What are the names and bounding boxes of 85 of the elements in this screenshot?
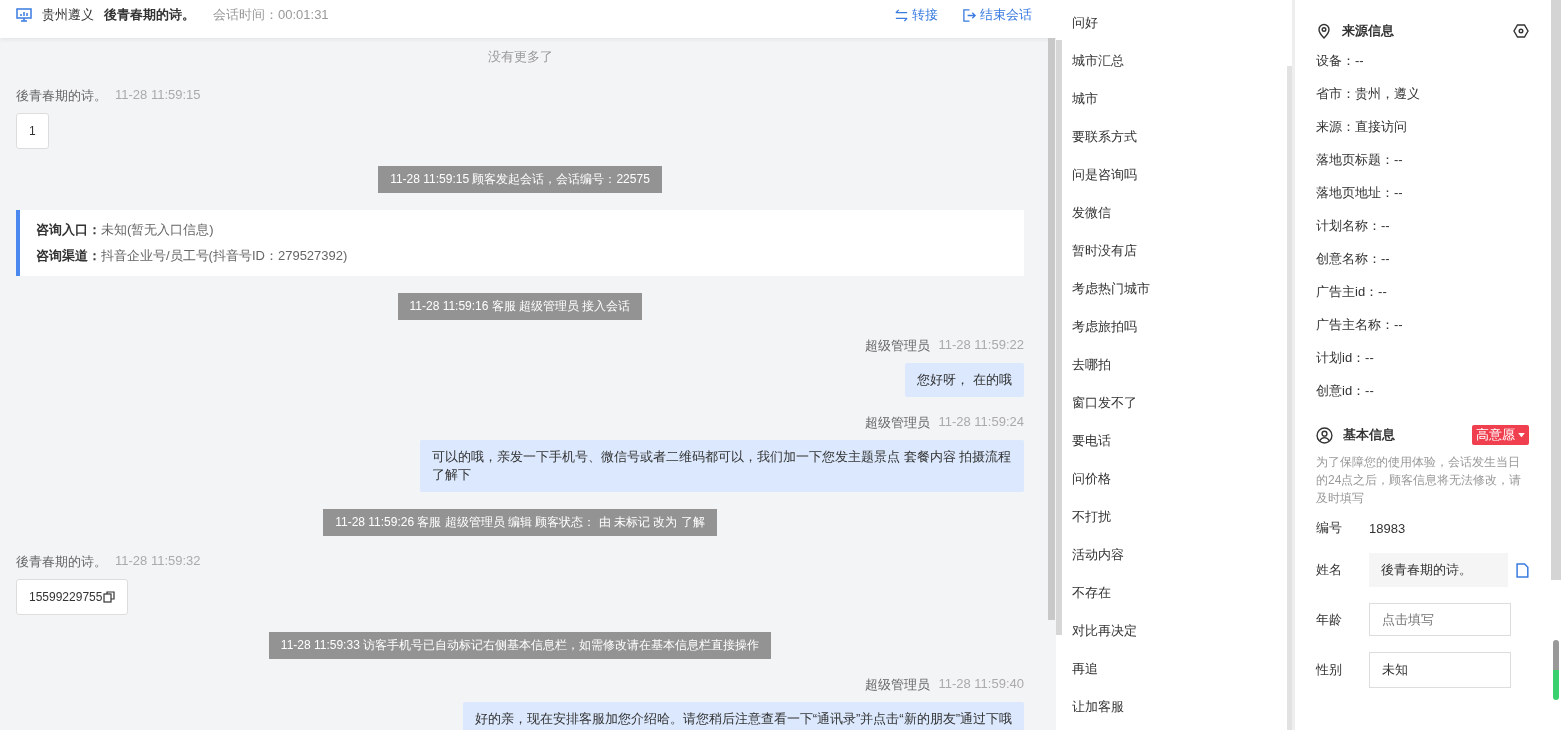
system-message: 11-28 11:59:26 客服 超级管理员 编辑 顾客状态： 由 未标记 改为 了解 <box>323 509 717 536</box>
monitor-icon <box>16 7 32 23</box>
source-info-row-text: 创意id：-- <box>1316 382 1375 400</box>
info-label: 咨询入口： <box>36 222 101 237</box>
quick-reply-item[interactable]: 让加客服 <box>1063 696 1285 730</box>
section-title: 来源信息 <box>1342 22 1394 40</box>
source-info-row-text: 广告主id：-- <box>1316 283 1388 301</box>
field-label: 年龄 <box>1316 610 1343 629</box>
agent-bubble: 可以的哦，亲发一下手机号、微信号或者二维码都可以，我们加一下您发主题景点 套餐内容 拍摄流程了解下 <box>420 440 1024 492</box>
system-message: 11-28 11:59:33 访客手机号已自动标记右侧基本信息栏，如需修改请在基本信息栏直接操作 <box>268 632 772 659</box>
scrollbar-thumb[interactable] <box>1056 40 1062 635</box>
sender-name: 後青春期的诗。 <box>16 553 107 571</box>
system-message: 11-28 11:59:16 客服 超级管理员 接入会话 <box>397 293 643 320</box>
document-icon[interactable] <box>1516 562 1529 578</box>
location-text: 贵州遵义 <box>42 6 94 24</box>
message-time: 11-28 11:59:15 <box>115 87 201 104</box>
quick-reply-item[interactable]: 活动内容 <box>1063 544 1285 582</box>
location-pin-icon <box>1316 23 1332 39</box>
scroll-indicator <box>1553 640 1559 700</box>
quick-reply-item[interactable]: 问好 <box>1063 12 1285 50</box>
info-value: 未知(暂无入口信息) <box>101 222 214 237</box>
quick-reply-item[interactable]: 城市汇总 <box>1063 50 1285 88</box>
quick-reply-item[interactable]: 发微信 <box>1063 202 1285 240</box>
source-info-row-text: 计划名称：-- <box>1316 217 1391 235</box>
agent-bubble: 您好呀， 在的哦 <box>905 363 1024 397</box>
source-info-row-text: 计划id：-- <box>1316 349 1375 367</box>
no-more-notice: 没有更多了 <box>487 49 553 64</box>
exit-icon <box>962 7 977 23</box>
scrollbar-thumb[interactable] <box>1048 38 1055 620</box>
quick-reply-item[interactable]: 再追 <box>1063 658 1285 696</box>
source-info-row-text: 省市：贵州，遵义 <box>1316 85 1421 103</box>
copy-icon[interactable] <box>103 591 116 603</box>
swap-arrows-icon <box>894 7 909 23</box>
system-message: 11-28 11:59:15 顾客发起会话，会话编号：22575 <box>378 166 662 193</box>
source-info-row-text: 来源：直接访问 <box>1316 118 1408 136</box>
end-session-button[interactable]: 结束会话 <box>962 6 1032 24</box>
quick-reply-item[interactable]: 窗口发不了 <box>1063 392 1285 430</box>
field-label: 编号 <box>1316 519 1343 537</box>
message-time: 11-28 11:59:32 <box>115 553 201 570</box>
session-duration: 会话时间：00:01:31 <box>213 6 329 24</box>
message-time: 11-28 11:59:40 <box>938 676 1024 693</box>
quick-reply-item[interactable]: 考虑旅拍吗 <box>1063 316 1285 354</box>
transfer-button[interactable]: 转接 <box>894 6 938 24</box>
quick-reply-item[interactable]: 问价格 <box>1063 468 1285 506</box>
quick-reply-item[interactable]: 对比再决定 <box>1063 620 1285 658</box>
visitor-name: 後青春期的诗。 <box>104 6 195 24</box>
quick-reply-item[interactable]: 城市 <box>1063 88 1285 126</box>
message-time: 11-28 11:59:22 <box>938 337 1024 354</box>
user-circle-icon <box>1316 426 1333 444</box>
notice-text: 为了保障您的使用体验，会话发生当日的24点之后，顾客信息将无法修改，请及时填写 <box>1316 454 1523 507</box>
quick-reply-item[interactable]: 要联系方式 <box>1063 126 1285 164</box>
message-time: 11-28 11:59:24 <box>938 414 1024 431</box>
sender-name: 後青春期的诗。 <box>16 87 107 105</box>
source-info-row-text: 落地页标题：-- <box>1316 151 1404 169</box>
source-info-row-text: 广告主名称：-- <box>1316 316 1404 334</box>
source-info-row-text: 落地页地址：-- <box>1316 184 1404 202</box>
scrollbar-thumb[interactable] <box>1551 0 1561 580</box>
quick-reply-item[interactable]: 暂时没有店 <box>1063 240 1285 278</box>
field-label: 性别 <box>1316 661 1343 679</box>
quick-reply-item[interactable]: 不打扰 <box>1063 506 1285 544</box>
caret-icon <box>1518 432 1525 438</box>
source-info-row-text: 设备：-- <box>1316 52 1365 70</box>
age-input[interactable]: 点击填写 <box>1369 603 1511 636</box>
gender-select[interactable]: 未知 <box>1369 652 1511 688</box>
message-text: 15599229755 <box>29 589 103 606</box>
quick-reply-item[interactable]: 去哪拍 <box>1063 354 1285 392</box>
quick-reply-item[interactable]: 要电话 <box>1063 430 1285 468</box>
field-label: 姓名 <box>1316 561 1343 579</box>
field-value: 18983 <box>1369 520 1406 536</box>
quick-reply-item[interactable]: 考虑热门城市 <box>1063 278 1285 316</box>
info-value: 抖音企业号/员工号(抖音号ID：279527392) <box>101 248 348 263</box>
source-info-row-text: 创意名称：-- <box>1316 250 1391 268</box>
message-text: 1 <box>29 123 36 140</box>
quick-reply-item[interactable]: 问是咨询吗 <box>1063 164 1285 202</box>
quick-reply-item[interactable]: 不存在 <box>1063 582 1285 620</box>
section-title: 基本信息 <box>1343 426 1395 444</box>
scrollbar-thumb[interactable] <box>1287 66 1292 730</box>
intent-tag-dropdown[interactable]: 高意愿 <box>1472 425 1529 445</box>
sender-name: 超级管理员 <box>865 676 931 694</box>
agent-bubble: 好的亲，现在安排客服加您介绍哈。请您稍后注意查看一下“通讯录”并点击“新的朋友”通过下哦 <box>462 702 1024 730</box>
name-field: 後青春期的诗。 <box>1369 553 1509 587</box>
sender-name: 超级管理员 <box>865 414 931 432</box>
sender-name: 超级管理员 <box>865 337 931 355</box>
info-label: 咨询渠道： <box>36 248 101 263</box>
settings-icon[interactable] <box>1513 23 1529 39</box>
